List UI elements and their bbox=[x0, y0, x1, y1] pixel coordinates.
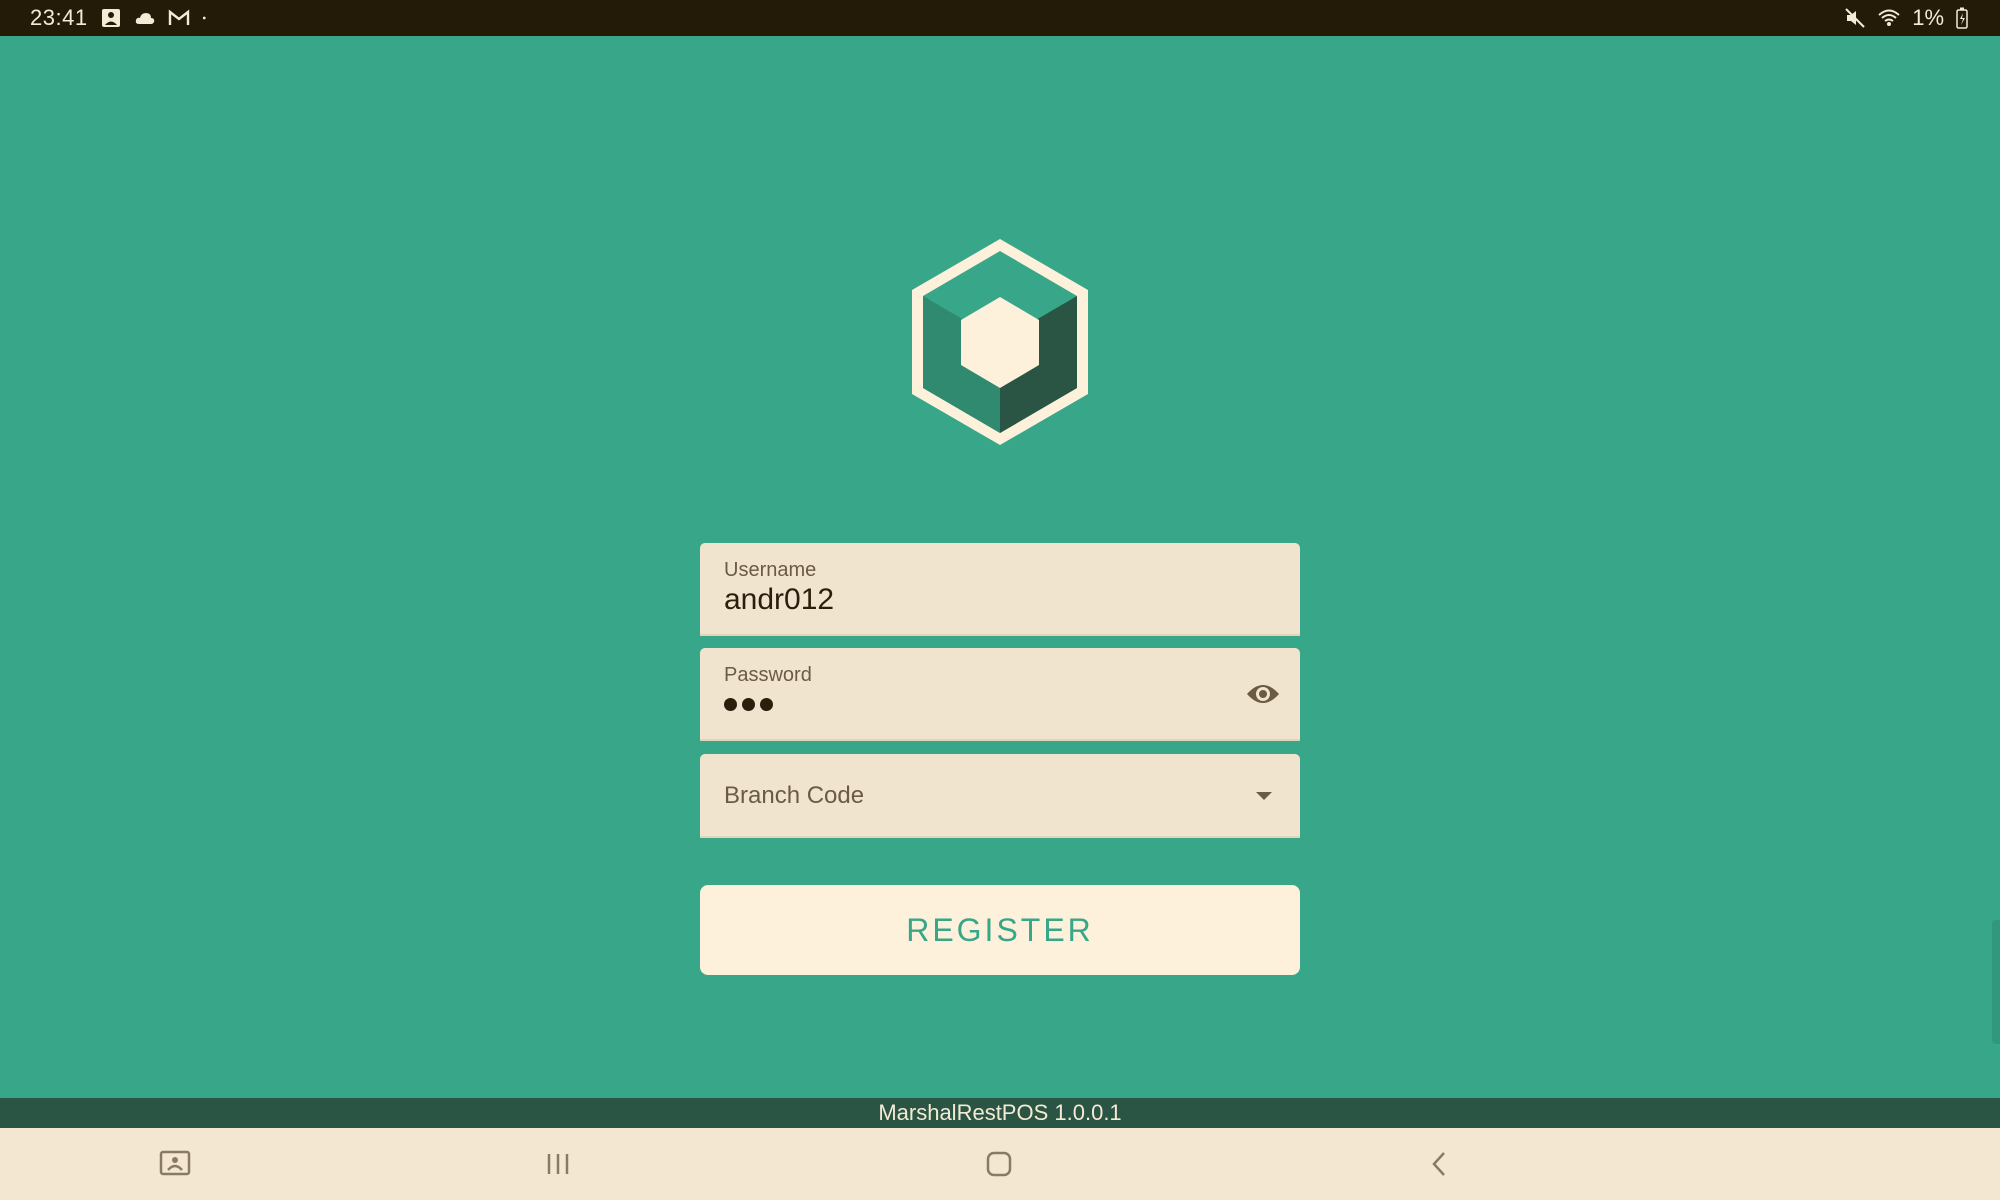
gallery-notification-icon bbox=[101, 9, 120, 27]
password-dot bbox=[724, 698, 737, 711]
eye-icon bbox=[1247, 685, 1279, 703]
status-left: 23:41 bbox=[30, 5, 212, 31]
battery-icon bbox=[1956, 7, 1968, 29]
cloud-icon bbox=[135, 13, 154, 24]
register-button[interactable]: REGISTER bbox=[700, 885, 1300, 975]
navigation-bar bbox=[0, 1128, 2000, 1200]
status-bar: 23:41 1% bbox=[0, 0, 2000, 36]
branch-code-dropdown[interactable]: Branch Code bbox=[700, 754, 1300, 838]
gmail-icon bbox=[168, 9, 189, 25]
toggle-password-visibility-button[interactable] bbox=[1244, 679, 1282, 709]
battery-percent: 1% bbox=[1912, 5, 1944, 30]
password-field[interactable]: Password bbox=[700, 648, 1300, 741]
home-icon bbox=[986, 1151, 1012, 1177]
dot-icon bbox=[202, 16, 206, 20]
username-input[interactable]: andr012 bbox=[724, 583, 834, 617]
recent-apps-icon bbox=[547, 1154, 569, 1174]
screen-capture-button[interactable] bbox=[151, 1140, 199, 1188]
app-logo-icon bbox=[912, 239, 1088, 445]
wifi-icon bbox=[1878, 9, 1900, 26]
back-button[interactable] bbox=[1415, 1140, 1463, 1188]
mute-icon bbox=[1845, 8, 1865, 28]
app-version: MarshalRestPOS 1.0.0.1 bbox=[878, 1100, 1122, 1125]
version-bar: MarshalRestPOS 1.0.0.1 bbox=[0, 1098, 2000, 1128]
password-label: Password bbox=[724, 664, 812, 686]
screen-capture-icon bbox=[159, 1150, 191, 1176]
username-label: Username bbox=[724, 559, 817, 581]
password-dot bbox=[760, 698, 773, 711]
chevron-down-icon bbox=[1256, 792, 1272, 800]
status-right: 1% bbox=[1844, 5, 1968, 31]
back-icon bbox=[1432, 1152, 1445, 1176]
status-time: 23:41 bbox=[30, 5, 88, 30]
home-button[interactable] bbox=[975, 1140, 1023, 1188]
username-field[interactable]: Username andr012 bbox=[700, 543, 1300, 636]
recent-apps-button[interactable] bbox=[534, 1140, 582, 1188]
branch-code-placeholder: Branch Code bbox=[724, 782, 865, 809]
scroll-handle[interactable] bbox=[1992, 920, 2000, 1044]
password-input[interactable] bbox=[724, 698, 773, 711]
password-dot bbox=[742, 698, 755, 711]
